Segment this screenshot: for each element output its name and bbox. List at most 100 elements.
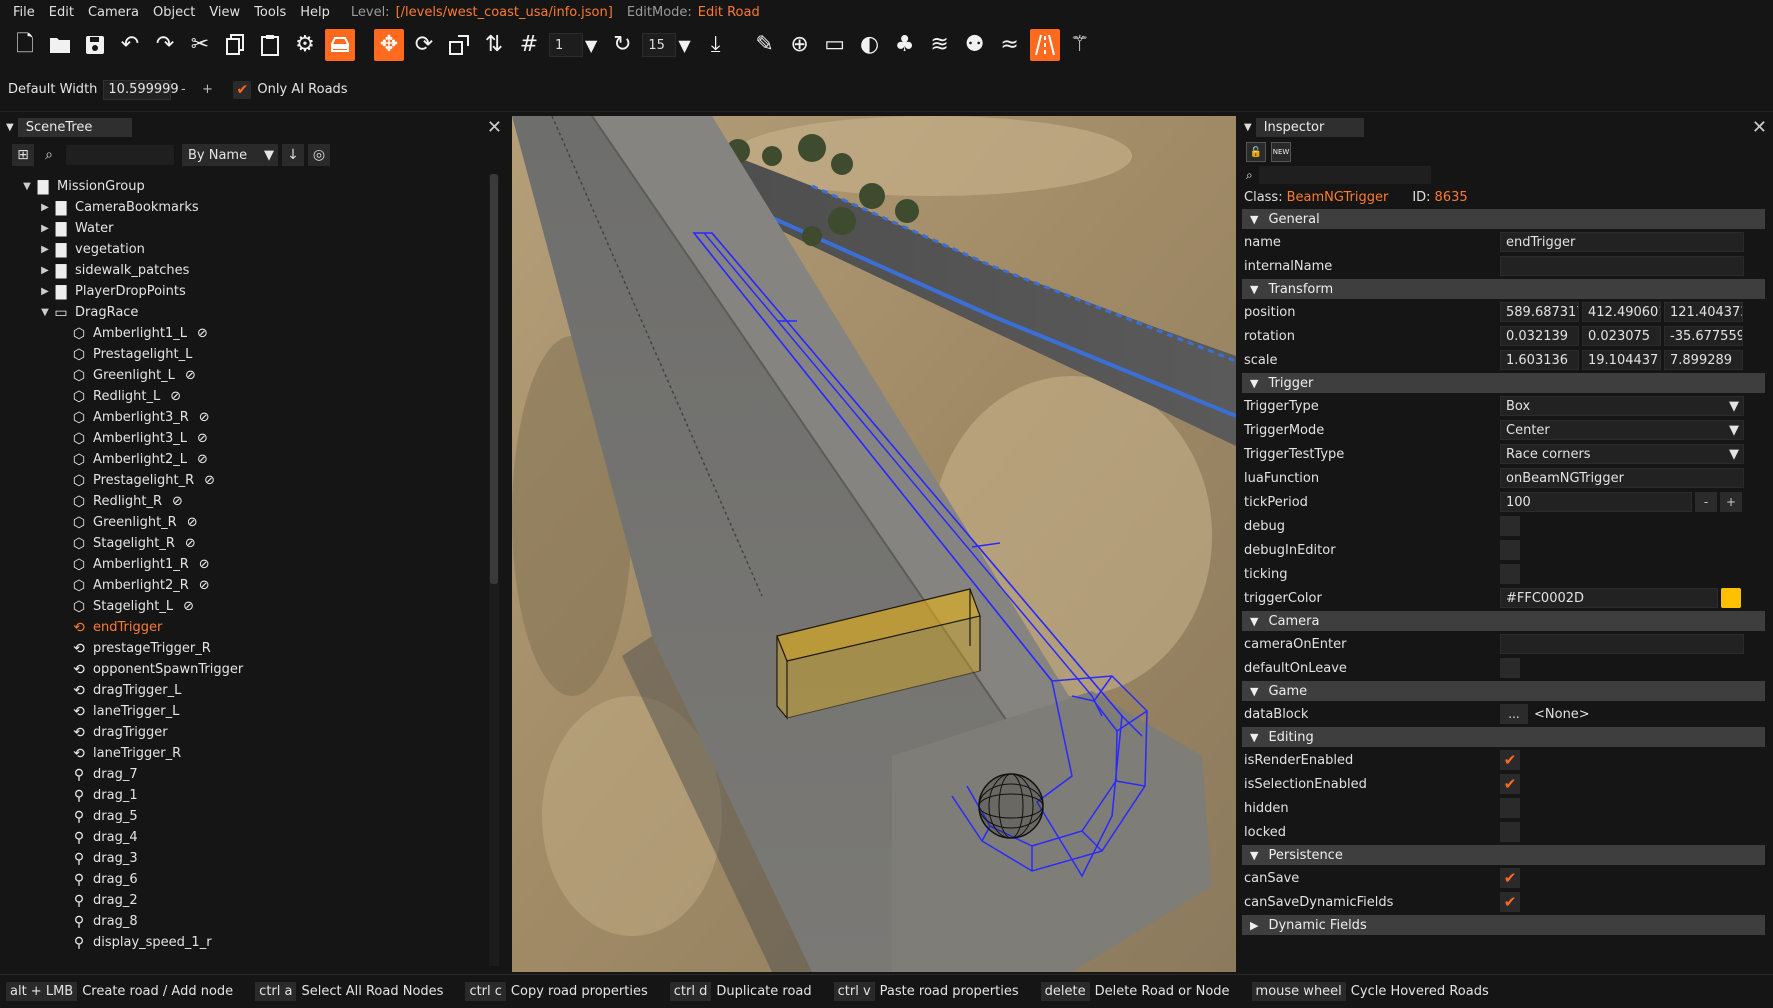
3d-viewport[interactable] bbox=[512, 116, 1236, 972]
road-editor-icon[interactable] bbox=[1029, 29, 1060, 61]
tree-row[interactable]: ⬡ Amberlight3_L ⊘ bbox=[0, 428, 486, 449]
expand-open-icon[interactable]: ▼ bbox=[38, 307, 52, 318]
tree-row[interactable]: ⬡ Stagelight_R ⊘ bbox=[0, 533, 486, 554]
tree-row[interactable]: ⬡ Prestagelight_R ⊘ bbox=[0, 470, 486, 491]
hidden-eye-icon[interactable]: ⊘ bbox=[185, 368, 196, 383]
expand-open-icon[interactable]: ▼ bbox=[20, 181, 34, 192]
hidden-eye-icon[interactable]: ⊘ bbox=[199, 557, 210, 572]
section-editing[interactable]: ▼ Editing bbox=[1242, 727, 1765, 747]
position-y-field[interactable]: 412.490601 bbox=[1582, 302, 1661, 322]
tree-row[interactable]: ⬡ Greenlight_L ⊘ bbox=[0, 365, 486, 386]
hidden-eye-icon[interactable]: ⊘ bbox=[197, 431, 208, 446]
rotation-snap-input[interactable]: 15 bbox=[642, 33, 677, 57]
expand-closed-icon[interactable]: ▶ bbox=[38, 223, 52, 234]
collapse-caret-icon[interactable]: ▼ bbox=[1244, 122, 1252, 133]
section-dynamic-fields[interactable]: ▶ Dynamic Fields bbox=[1242, 915, 1765, 935]
lock-icon[interactable]: 🔓 bbox=[1246, 142, 1266, 162]
expand-closed-icon[interactable]: ▶ bbox=[38, 244, 52, 255]
node-sphere[interactable] bbox=[978, 773, 1044, 839]
expand-closed-icon[interactable]: ▶ bbox=[38, 265, 52, 276]
world-local-icon[interactable]: ⇅ bbox=[479, 29, 509, 61]
hidden-eye-icon[interactable]: ⊘ bbox=[170, 389, 181, 404]
rotation-snap-icon[interactable]: ↻ bbox=[607, 29, 637, 61]
scale-x-field[interactable]: 1.603136 bbox=[1500, 350, 1579, 370]
section-persistence[interactable]: ▼ Persistence bbox=[1242, 845, 1765, 865]
hidden-eye-icon[interactable]: ⊘ bbox=[183, 599, 194, 614]
tree-row[interactable]: ⬡ Amberlight2_L ⊘ bbox=[0, 449, 486, 470]
add-group-icon[interactable]: ⊞ bbox=[12, 144, 34, 166]
inspector-tab[interactable]: Inspector bbox=[1255, 117, 1365, 137]
new-window-icon[interactable]: NEW bbox=[1271, 142, 1291, 162]
menu-camera[interactable]: Camera bbox=[81, 5, 146, 20]
triggercolor-field[interactable]: #FFC0002D bbox=[1500, 588, 1718, 608]
hidden-eye-icon[interactable]: ⊘ bbox=[185, 536, 196, 551]
pencil-icon[interactable]: ✎ bbox=[750, 29, 780, 61]
hidden-eye-icon[interactable]: ⊘ bbox=[197, 326, 208, 341]
triggertesttype-select[interactable]: Race corners ▼ bbox=[1500, 444, 1744, 464]
debug-checkbox[interactable] bbox=[1500, 516, 1520, 536]
mesh-road-icon[interactable]: ⚚ bbox=[1065, 29, 1095, 61]
section-trigger[interactable]: ▼ Trigger bbox=[1242, 373, 1765, 393]
river-icon[interactable]: ≈ bbox=[995, 29, 1025, 61]
scale-y-field[interactable]: 19.104437 bbox=[1582, 350, 1661, 370]
tree-row[interactable]: ⟲ dragTrigger_L bbox=[0, 680, 486, 701]
position-x-field[interactable]: 589.687317 bbox=[1500, 302, 1579, 322]
isselectionenabled-checkbox[interactable]: ✔ bbox=[1500, 774, 1520, 794]
tree-row[interactable]: ▶ ▇ Water bbox=[0, 218, 486, 239]
ticking-checkbox[interactable] bbox=[1500, 564, 1520, 584]
isrenderenabled-checkbox[interactable]: ✔ bbox=[1500, 750, 1520, 770]
tree-row[interactable]: ▶ ▇ CameraBookmarks bbox=[0, 197, 486, 218]
scenetree-tab[interactable]: SceneTree bbox=[17, 117, 133, 137]
section-transform[interactable]: ▼ Transform bbox=[1242, 279, 1765, 299]
scenetree-scrollbar[interactable] bbox=[490, 174, 498, 584]
tree-row[interactable]: ⬡ Amberlight1_L ⊘ bbox=[0, 323, 486, 344]
hidden-eye-icon[interactable]: ⊘ bbox=[187, 515, 198, 530]
inspector-search-input[interactable] bbox=[1258, 166, 1431, 184]
tree-row[interactable]: ⚲ drag_4 bbox=[0, 827, 486, 848]
grid-size-input[interactable]: 1 bbox=[549, 33, 583, 57]
viewport-scene[interactable] bbox=[512, 116, 1236, 972]
tree-row[interactable]: ⚲ drag_5 bbox=[0, 806, 486, 827]
cut-icon[interactable]: ✂ bbox=[185, 29, 215, 61]
rotate-gizmo-icon[interactable]: ⟳ bbox=[409, 29, 439, 61]
tree-row[interactable]: ⚲ drag_3 bbox=[0, 848, 486, 869]
tree-row[interactable]: ⚲ drag_6 bbox=[0, 869, 486, 890]
hidden-eye-icon[interactable]: ⊘ bbox=[199, 410, 210, 425]
vehicle-icon[interactable] bbox=[325, 29, 355, 61]
tree-row[interactable]: ⚲ drag_2 bbox=[0, 890, 486, 911]
tree-row[interactable]: ⬡ Amberlight2_R ⊘ bbox=[0, 575, 486, 596]
tree-row[interactable]: ⟲ laneTrigger_R bbox=[0, 743, 486, 764]
hidden-eye-icon[interactable]: ⊘ bbox=[204, 473, 215, 488]
only-ai-roads-checkbox[interactable]: ✔ bbox=[233, 80, 252, 99]
new-file-icon[interactable]: 🗋 bbox=[10, 29, 40, 61]
menu-edit[interactable]: Edit bbox=[42, 5, 81, 20]
expand-closed-icon[interactable]: ▶ bbox=[38, 286, 52, 297]
redo-icon[interactable]: ↷ bbox=[150, 29, 180, 61]
sort-direction-icon[interactable]: ↓ bbox=[282, 144, 304, 166]
menu-tools[interactable]: Tools bbox=[247, 5, 293, 20]
tree-row[interactable]: ▼ ▭ DragRace bbox=[0, 302, 486, 323]
collapse-caret-icon[interactable]: ▼ bbox=[6, 122, 14, 133]
menu-help[interactable]: Help bbox=[293, 5, 337, 20]
scale-z-field[interactable]: 7.899289 bbox=[1664, 350, 1743, 370]
menu-file[interactable]: File bbox=[6, 5, 42, 20]
cameraonenter-field[interactable] bbox=[1500, 634, 1744, 654]
rotation-z-field[interactable]: -35.677559 bbox=[1664, 326, 1743, 346]
position-z-field[interactable]: 121.404373 bbox=[1664, 302, 1743, 322]
tree-row[interactable]: ⬡ Redlight_R ⊘ bbox=[0, 491, 486, 512]
paste-icon[interactable] bbox=[255, 29, 285, 61]
tree-row[interactable]: ⚲ display_speed_1_r bbox=[0, 932, 486, 953]
tree-row[interactable]: ▶ ▇ vegetation bbox=[0, 239, 486, 260]
debugineditor-checkbox[interactable] bbox=[1500, 540, 1520, 560]
nav-mesh-icon[interactable]: ⚉ bbox=[960, 29, 990, 61]
locate-selected-icon[interactable]: ◎ bbox=[308, 144, 330, 166]
close-icon[interactable]: ✕ bbox=[487, 117, 502, 138]
add-object-icon[interactable]: ⊕ bbox=[785, 29, 815, 61]
triggertype-select[interactable]: Box ▼ bbox=[1500, 396, 1744, 416]
camera-path-icon[interactable]: ▭ bbox=[820, 29, 850, 61]
undo-icon[interactable]: ↶ bbox=[115, 29, 145, 61]
layers-icon[interactable]: ≋ bbox=[925, 29, 955, 61]
close-icon[interactable]: ✕ bbox=[1752, 117, 1767, 138]
drop-to-ground-icon[interactable]: ⤓ bbox=[701, 29, 731, 61]
sort-dropdown[interactable]: By Name ▼ bbox=[182, 144, 278, 166]
